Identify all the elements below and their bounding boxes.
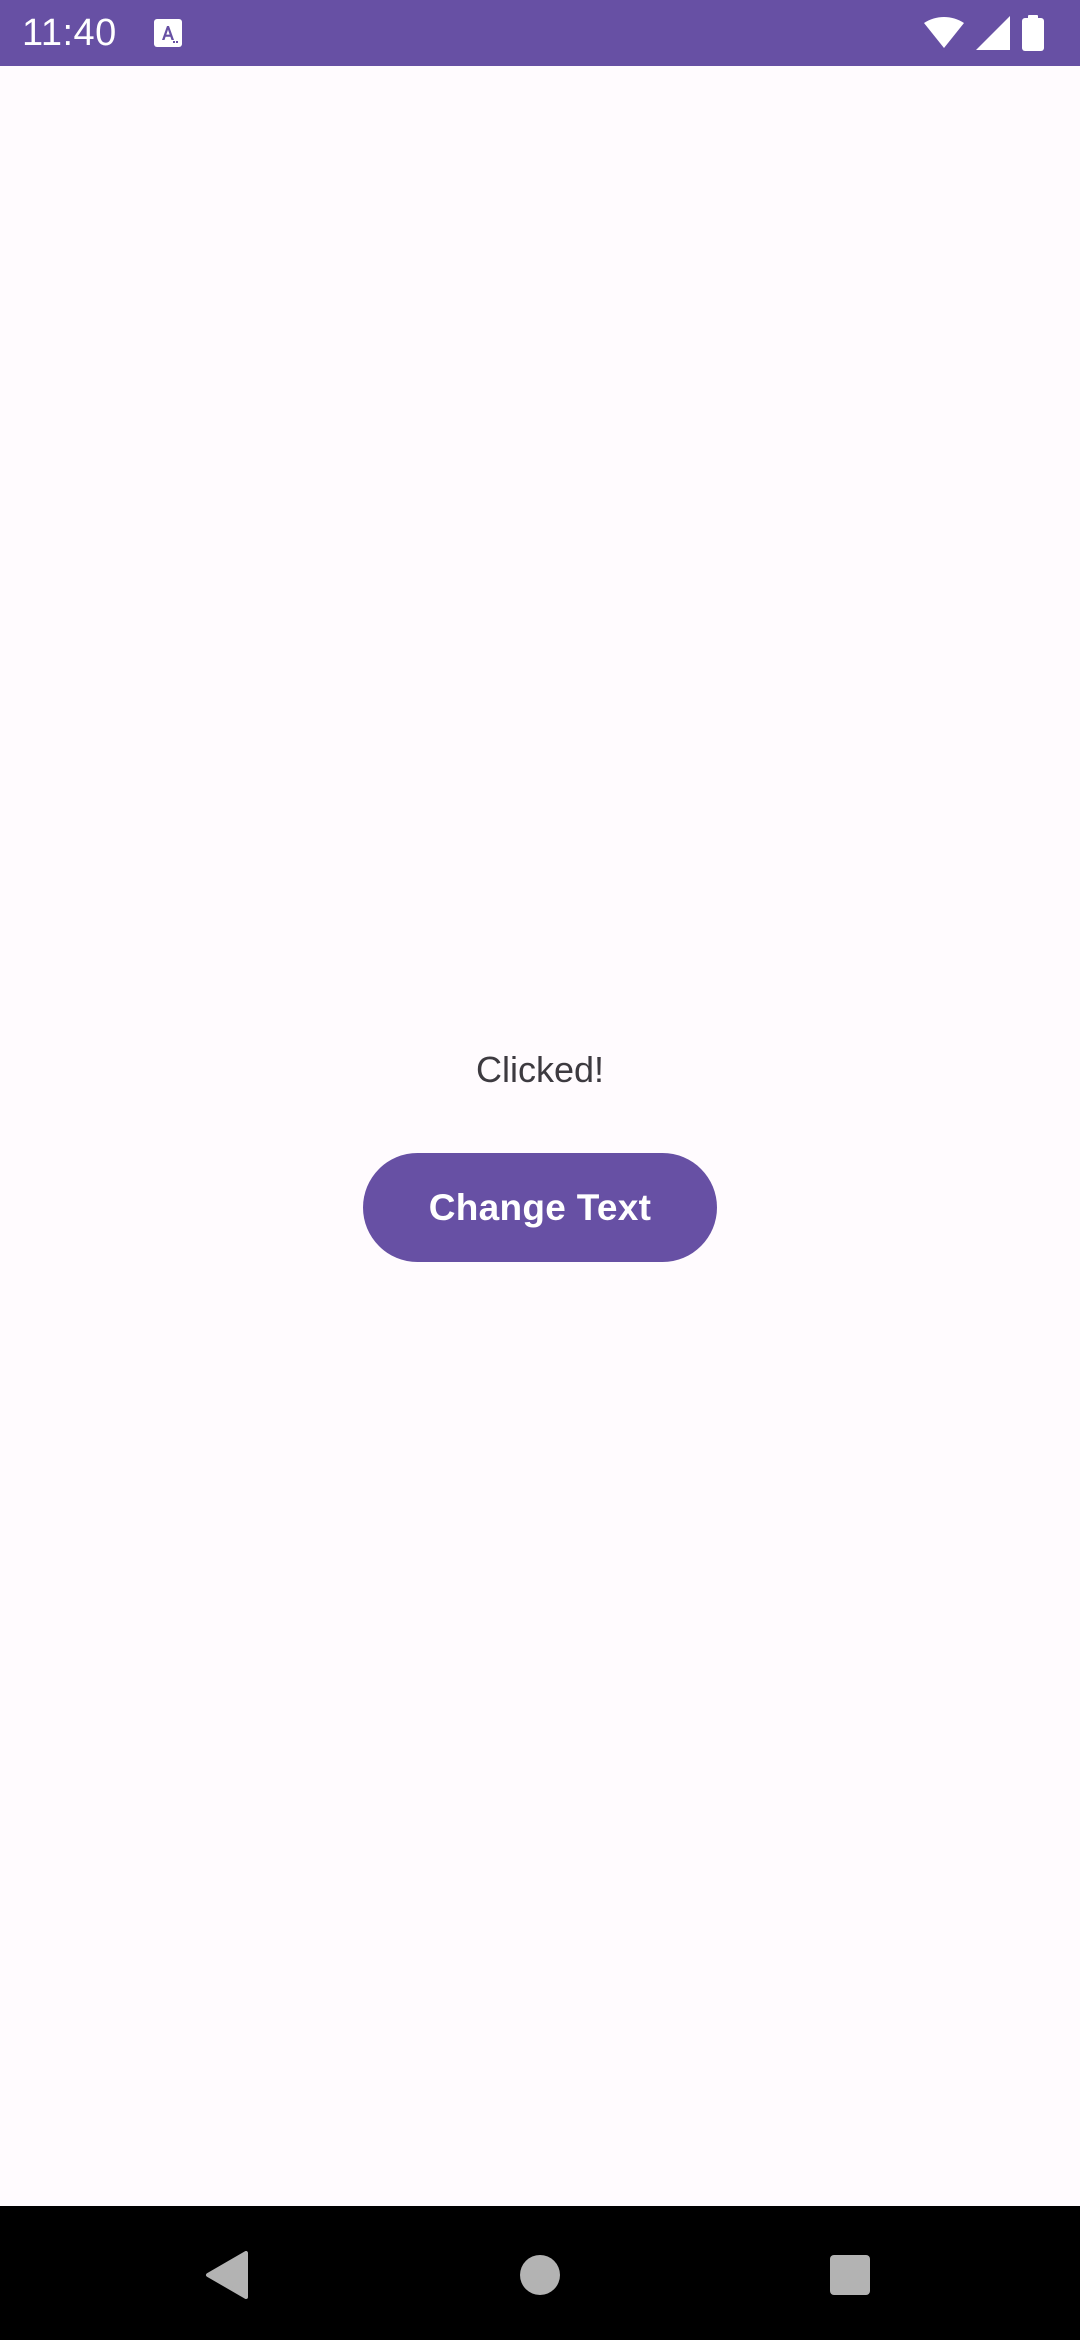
main-content [0,66,1080,2206]
status-icons [924,14,1044,52]
home-button[interactable] [500,2236,580,2316]
signal-icon [976,16,1010,50]
back-icon [204,2250,248,2302]
font-notification-icon [154,19,182,47]
app-screen: 11:40 Clicked! Change Text [0,0,1080,2340]
home-icon [519,2254,561,2299]
recents-icon [829,2254,871,2299]
recents-button[interactable] [810,2236,890,2316]
back-button[interactable] [186,2236,266,2316]
navigation-bar [0,2206,1080,2340]
change-text-button[interactable]: Change Text [363,1153,717,1262]
battery-icon [1022,15,1044,51]
message-text: Clicked! [475,1049,605,1090]
wifi-icon [924,17,964,49]
status-bar: 11:40 [0,0,1080,66]
status-time: 11:40 [22,12,117,54]
